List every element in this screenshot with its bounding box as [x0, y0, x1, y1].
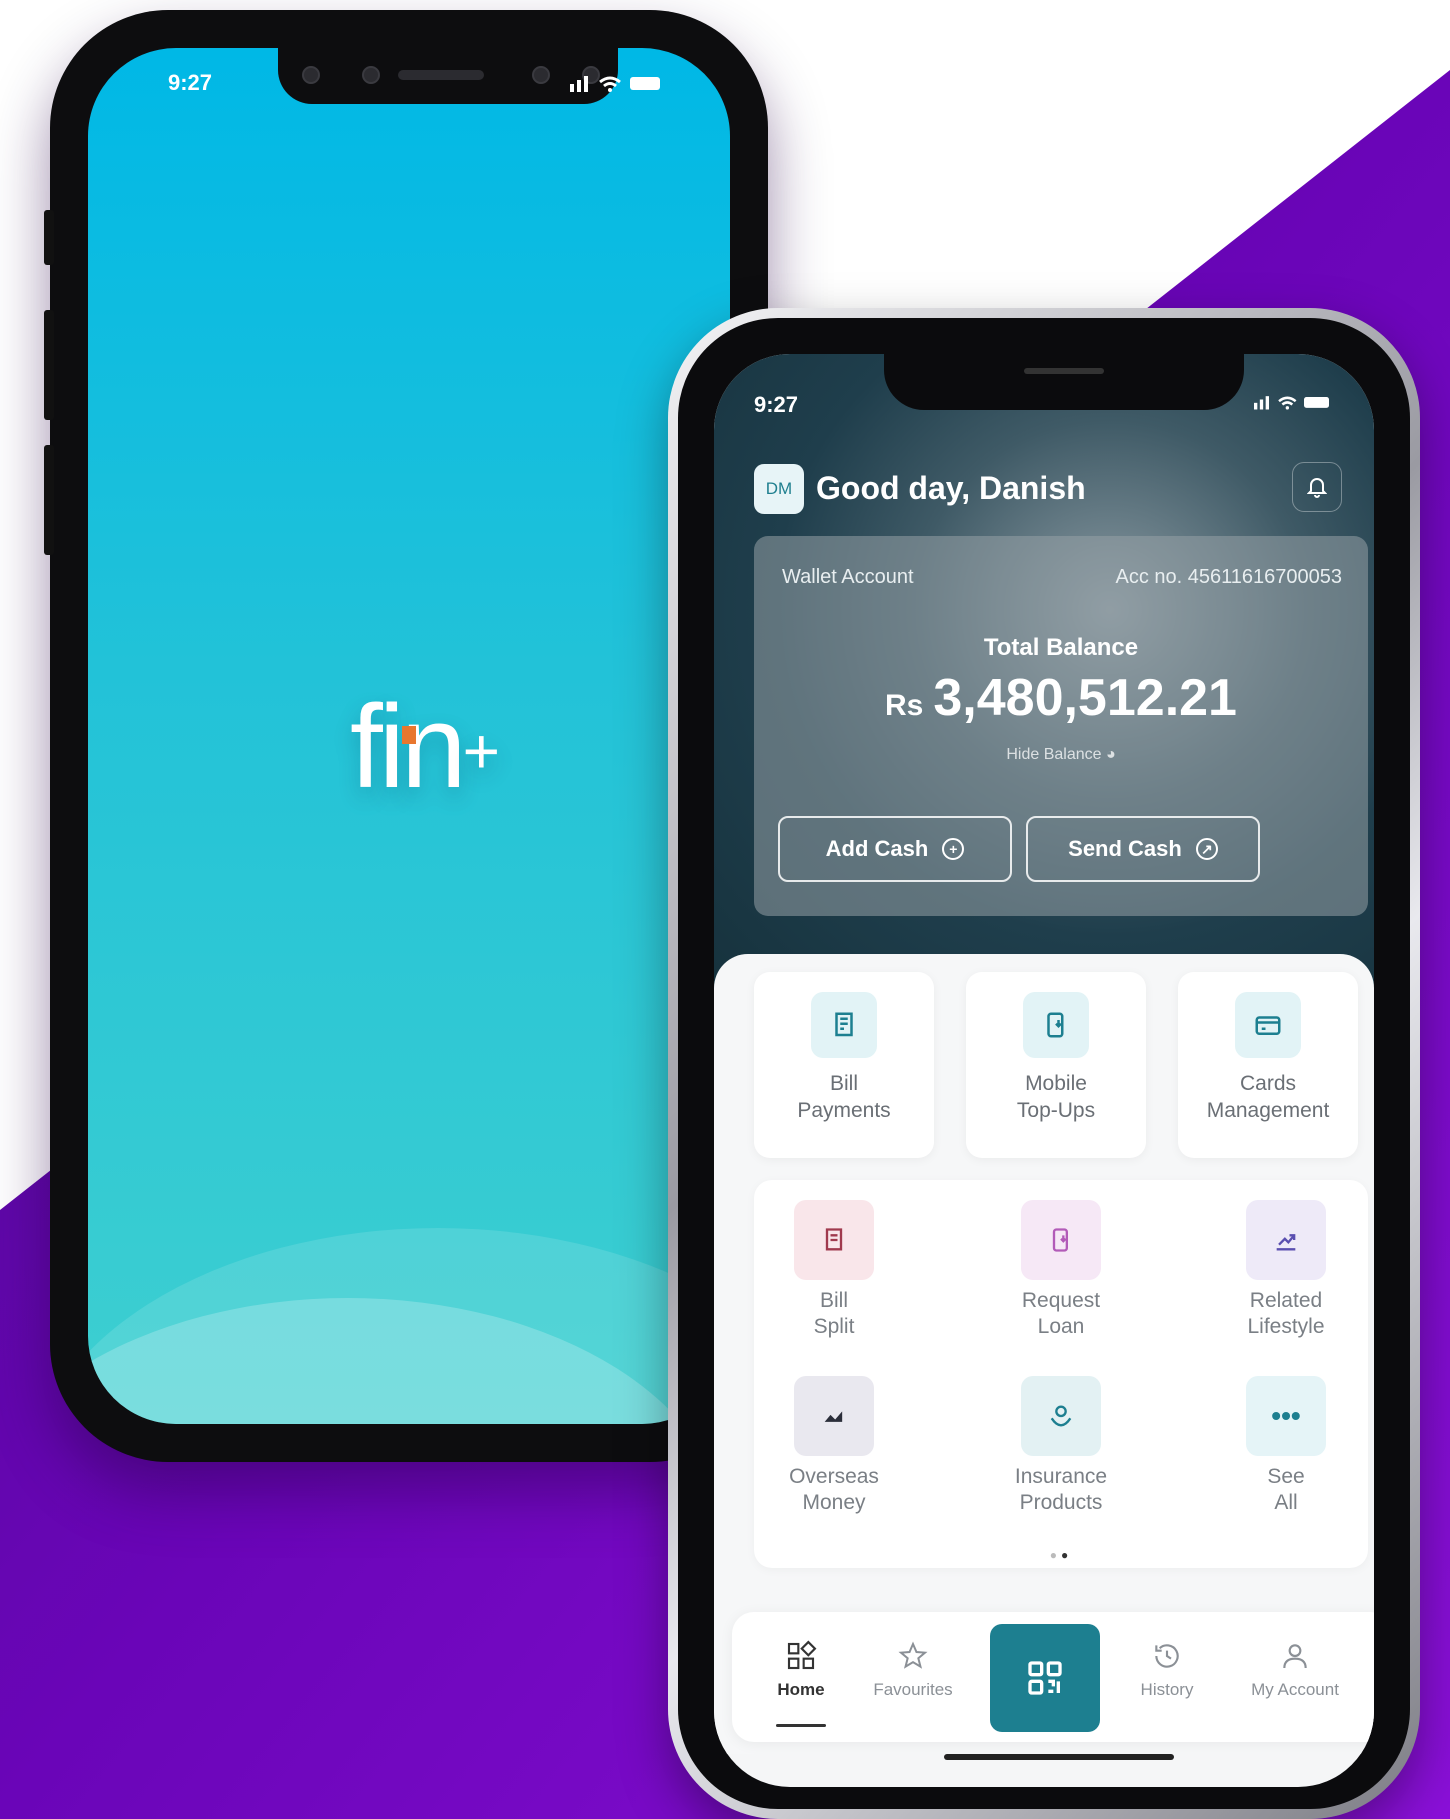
more-icon: •••	[1246, 1376, 1326, 1456]
hide-balance-toggle[interactable]: Hide Balance ◕	[754, 746, 1368, 764]
currency: Rs	[885, 689, 924, 722]
bottom-nav: Home Favourites History My Account	[732, 1612, 1374, 1742]
balance-amount: Rs 3,480,512.21	[754, 668, 1368, 728]
nav-my-account[interactable]: My Account	[1230, 1640, 1360, 1700]
balance-card: Wallet Account Acc no. 45611616700053 To…	[754, 536, 1368, 916]
total-balance-label: Total Balance	[983, 634, 1139, 661]
active-tab-indicator	[776, 1724, 826, 1727]
money-graph-icon	[794, 1376, 874, 1456]
tile-insurance-products[interactable]: Insurance Products	[961, 1376, 1161, 1516]
star-icon	[858, 1640, 968, 1680]
tile-overseas-money[interactable]: Overseas Money	[734, 1376, 934, 1516]
balance-value: 3,480,512.21	[933, 669, 1237, 727]
status-icons	[1254, 392, 1334, 417]
signal-wifi-battery-icon	[570, 76, 660, 92]
insurance-icon	[1021, 1376, 1101, 1456]
home-indicator	[944, 1754, 1174, 1760]
nav-favourites[interactable]: Favourites	[858, 1640, 968, 1700]
add-cash-button[interactable]: Add Cash +	[778, 816, 1012, 882]
qr-icon	[1028, 1661, 1062, 1695]
mobile-download-icon	[1023, 992, 1089, 1058]
fin-plus-logo: fin+	[350, 681, 501, 813]
notch	[278, 48, 618, 104]
splash-screen: 9:27 fin+	[88, 48, 730, 1424]
status-icons	[570, 72, 666, 99]
home-icon	[746, 1640, 856, 1680]
user-icon	[1230, 1640, 1360, 1680]
app-phone: 9:27 DM Good day, Danish Wallet Account …	[668, 308, 1420, 1819]
avatar[interactable]: DM	[754, 464, 804, 514]
chart-up-icon	[1246, 1200, 1326, 1280]
service-mobile-top-ups[interactable]: Mobile Top-Ups	[966, 972, 1146, 1158]
notch	[884, 354, 1244, 410]
tile-bill-split[interactable]: Bill Split	[734, 1200, 934, 1340]
status-time: 9:27	[168, 70, 213, 95]
split-bill-icon	[794, 1200, 874, 1280]
bell-icon	[1307, 478, 1327, 498]
loan-icon	[1021, 1200, 1101, 1280]
qr-scan-button[interactable]	[990, 1624, 1100, 1732]
nav-history[interactable]: History	[1112, 1640, 1222, 1700]
more-services-panel: Bill Split Request Loan Related Lifestyle	[754, 1180, 1368, 1568]
page-indicator: ●●	[1049, 1548, 1073, 1562]
greeting: Good day, Danish	[816, 470, 1086, 506]
service-bill-payments[interactable]: Bill Payments	[754, 972, 934, 1158]
receipt-icon	[811, 992, 877, 1058]
tile-request-loan[interactable]: Request Loan	[961, 1200, 1161, 1340]
card-icon	[1235, 992, 1301, 1058]
history-icon	[1112, 1640, 1222, 1680]
tile-see-all[interactable]: ••• See All	[1186, 1376, 1374, 1516]
plus-circle-icon: +	[942, 838, 965, 860]
arrow-circle-icon: ↗	[1195, 838, 1218, 860]
signal-wifi-battery-icon	[1254, 396, 1329, 410]
account-number: Acc no. 45611616700053	[1115, 566, 1343, 588]
app-screen: 9:27 DM Good day, Danish Wallet Account …	[714, 354, 1374, 1787]
eye-icon: ◕	[1105, 746, 1116, 763]
tile-related-lifestyle[interactable]: Related Lifestyle	[1186, 1200, 1374, 1340]
notification-button[interactable]	[1292, 462, 1342, 512]
send-cash-button[interactable]: Send Cash ↗	[1026, 816, 1260, 882]
status-time: 9:27	[754, 392, 799, 417]
nav-home[interactable]: Home	[746, 1640, 856, 1700]
splash-phone: 9:27 fin+	[44, 10, 768, 1462]
account-type: Wallet Account	[782, 566, 914, 588]
service-cards-management[interactable]: Cards Management	[1178, 972, 1358, 1158]
